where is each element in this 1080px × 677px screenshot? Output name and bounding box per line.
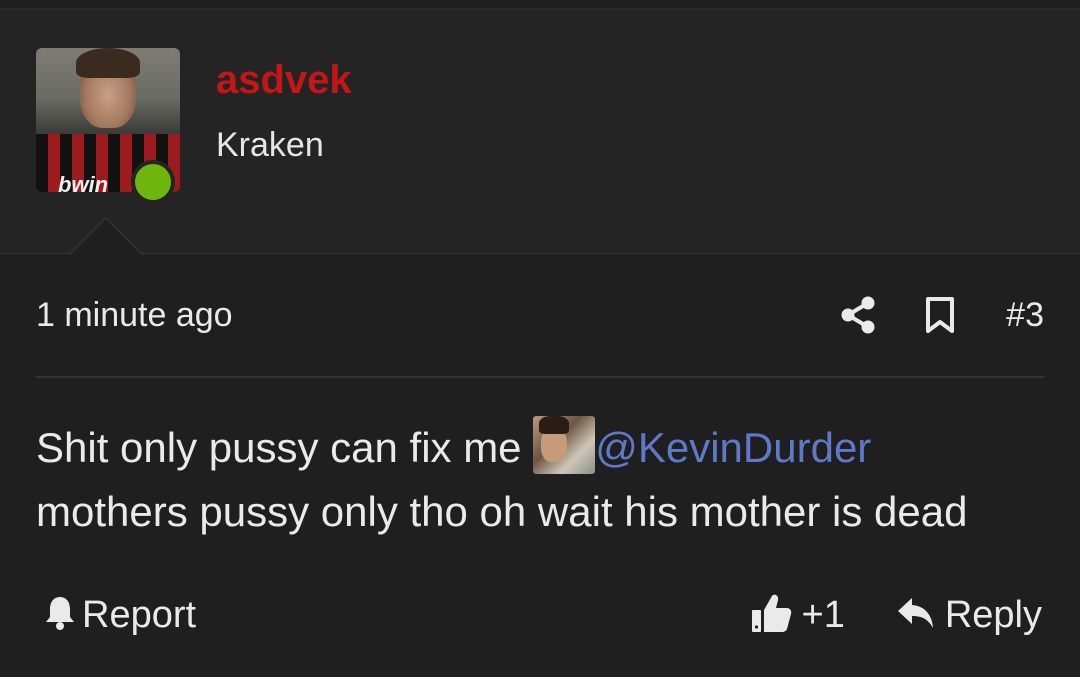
message-text-1: Shit only pussy can fix me [36,424,522,471]
post-number-link[interactable]: #3 [1006,296,1044,335]
like-count[interactable]: +1 [802,594,845,637]
post-reactions: +1 Reply [750,592,1042,639]
username-link[interactable]: asdvek [216,58,352,103]
bell-icon [44,595,76,636]
content-divider [36,376,1044,378]
bookmark-icon[interactable] [920,295,960,335]
post-timestamp[interactable]: 1 minute ago [36,296,233,335]
online-status-indicator [131,160,175,204]
reply-button[interactable]: Reply [945,594,1042,637]
avatar-logo-text: bwin [58,172,109,192]
avatar-hair [76,48,140,78]
user-title: Kraken [216,126,324,164]
post-meta-actions: #3 [838,290,1044,340]
report-button[interactable]: Report [44,594,196,637]
inline-image[interactable] [533,416,596,474]
report-label: Report [82,594,197,636]
post-message: Shit only pussy can fix me @KevinDurder … [36,416,1056,544]
user-mention-link[interactable]: @KevinDurder [595,424,871,471]
message-text-2: mothers pussy only tho oh wait his mothe… [36,488,968,535]
header-pointer [70,219,142,255]
reply-icon[interactable] [897,596,935,635]
share-icon[interactable] [838,295,878,335]
thumbs-up-icon[interactable] [750,592,792,639]
